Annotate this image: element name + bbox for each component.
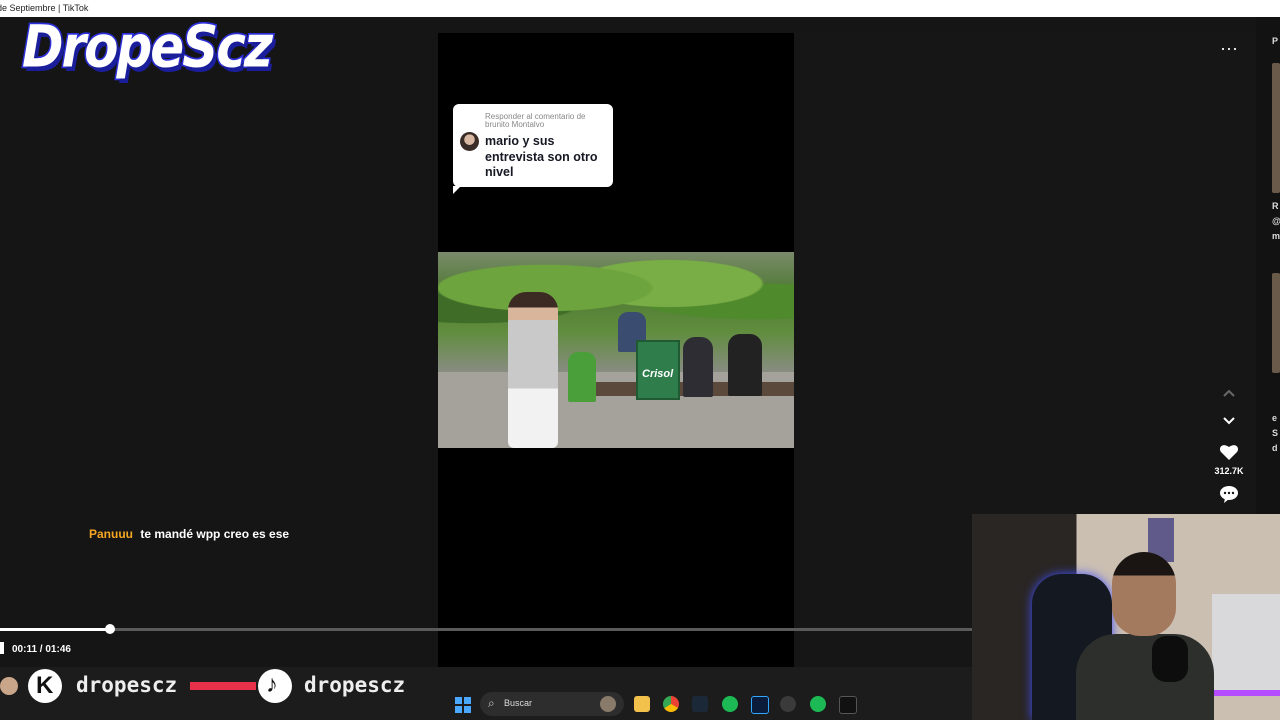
scene-trash-bin: Crisol: [636, 340, 680, 400]
spotify-icon[interactable]: [810, 696, 826, 712]
progress-fill: [0, 628, 110, 631]
chevron-up-icon[interactable]: [1221, 386, 1237, 402]
folder-icon[interactable]: [634, 696, 650, 712]
kick-username: dropescz: [76, 673, 178, 697]
commenter-avatar: [460, 132, 479, 151]
steam-icon[interactable]: [692, 696, 708, 712]
taskbar-search[interactable]: ⌕ Buscar: [480, 692, 624, 716]
like-count: 312.7K: [1214, 466, 1244, 476]
webcam-overlay: [972, 514, 1280, 720]
reply-comment-text: mario y sus entrevista son otro nivel: [485, 134, 598, 179]
scene-person: [568, 352, 596, 402]
kick-logo-icon: [28, 669, 62, 703]
search-placeholder: Buscar: [504, 698, 533, 708]
tiktok-username: dropescz: [304, 673, 406, 697]
progress-handle[interactable]: [105, 624, 115, 634]
rail-thumbnail[interactable]: [1272, 63, 1280, 193]
chevron-down-icon[interactable]: [1221, 412, 1237, 428]
video-frame: Crisol: [438, 252, 794, 448]
stream-branding: dropescz dropescz: [0, 669, 420, 703]
window-title: de Septiembre | TikTok: [0, 3, 89, 13]
chat-username: Panuuu: [89, 527, 133, 541]
left-panel: [0, 17, 438, 667]
search-icon: ⌕: [488, 696, 495, 710]
more-options-icon[interactable]: ···: [1220, 39, 1238, 57]
rail-text: P: [1272, 36, 1279, 46]
microphone: [1152, 636, 1188, 682]
tiktok-logo-icon: [258, 669, 292, 703]
streamer-face: [1112, 552, 1176, 636]
playback-time: 00:11 / 01:46: [12, 644, 71, 655]
windows-start-icon[interactable]: [455, 697, 471, 713]
photoshop-icon[interactable]: [751, 696, 769, 714]
comment-icon[interactable]: [1219, 485, 1239, 503]
scene-person: [728, 334, 762, 396]
heart-icon[interactable]: [1219, 443, 1239, 461]
brand-divider: [190, 682, 256, 690]
reply-comment-card: Responder al comentario de brunito Monta…: [453, 104, 613, 194]
reply-header: Responder al comentario de brunito Monta…: [485, 112, 586, 129]
rail-text: S: [1272, 428, 1279, 438]
rail-thumbnail[interactable]: [1272, 273, 1280, 373]
search-highlight-icon: [600, 696, 616, 712]
chat-text: te mandé wpp creo es ese: [140, 527, 290, 541]
scene-interviewer: [508, 292, 558, 448]
xbox-icon[interactable]: [722, 696, 738, 712]
chrome-icon[interactable]: [663, 696, 679, 712]
rail-text: R: [1272, 201, 1279, 211]
scene-sign-text: Crisol: [642, 368, 674, 380]
streamer-logo: DropeScz: [21, 13, 275, 81]
rail-text: d: [1272, 443, 1278, 453]
chat-message: Panuuu te mandé wpp creo es ese: [89, 527, 289, 541]
scene-trees: [438, 252, 794, 342]
streamer-body: [1076, 634, 1214, 720]
rail-text: m: [1272, 231, 1280, 241]
progress-bar[interactable]: [0, 624, 972, 634]
rail-text: @: [1272, 216, 1280, 226]
scene-person: [683, 337, 713, 397]
time-indicator: [0, 642, 4, 654]
app-icon[interactable]: [780, 696, 796, 712]
rail-text: e: [1272, 413, 1278, 423]
background-shelf: [1212, 594, 1280, 694]
led-strip: [1212, 690, 1280, 696]
tiktok-app-icon[interactable]: [839, 696, 857, 714]
